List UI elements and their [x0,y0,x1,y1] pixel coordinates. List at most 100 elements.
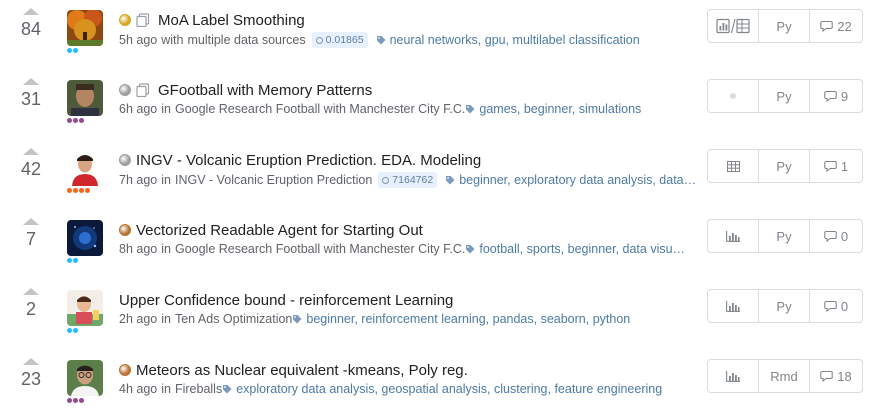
man-portrait-avatar[interactable] [67,80,103,116]
bar-chart-icon [726,300,740,312]
comments-button[interactable]: 0 [810,220,862,252]
tier-dot [73,398,78,403]
tags-text[interactable]: games, beginner, simulations [479,102,641,116]
kernel-source[interactable]: Fireballs [175,382,222,396]
author-tier-dots [67,48,78,54]
autumn-tree-avatar[interactable] [67,10,103,46]
upvote-widget[interactable]: 84 [12,8,50,40]
comment-icon [824,160,837,172]
tags-text[interactable]: neural networks, gpu, multilabel classif… [390,33,640,47]
kernel-source[interactable]: INGV - Volcanic Eruption Prediction [175,173,372,187]
tag-icon [376,36,386,45]
kernel-source[interactable]: Google Research Football with Manchester… [175,102,465,116]
output-button[interactable] [708,10,759,42]
comments-button[interactable]: 1 [810,150,862,182]
vote-count: 84 [20,19,42,39]
comment-icon [824,300,837,312]
dataset-dot-icon [315,36,323,44]
upvote-arrow-icon[interactable] [23,8,39,15]
comment-icon [824,90,837,102]
language-button[interactable]: Py [759,10,810,42]
medal-icon [119,364,131,376]
copy-icon [136,83,150,97]
tag-icon [466,245,475,254]
upvote-widget[interactable]: 31 [12,78,50,110]
language-button[interactable]: Py [759,290,810,322]
tag-icon [223,385,232,394]
kernel-source[interactable]: Google Research Football with Manchester… [175,242,465,256]
language-button[interactable]: Py [759,80,810,112]
copy-icon [136,13,150,27]
upvote-arrow-icon[interactable] [23,358,39,365]
upvote-arrow-icon[interactable] [23,288,39,295]
kernel-title[interactable]: MoA Label Smoothing [158,12,305,29]
kernel-title[interactable]: INGV - Volcanic Eruption Prediction. EDA… [136,152,481,169]
vote-count: 2 [25,299,36,319]
comment-count: 0 [840,298,849,314]
output-button[interactable] [708,360,759,392]
comments-button[interactable]: 0 [810,290,862,322]
kernel-source[interactable]: Ten Ads Optimization [175,312,292,326]
output-button[interactable] [708,80,759,112]
bar-chart-icon [726,370,740,382]
meta-connector: with [161,33,184,47]
comment-count: 9 [840,88,849,104]
output-button[interactable] [708,220,759,252]
child-portrait-avatar[interactable] [67,290,103,326]
kernel-tags[interactable]: football, sports, beginner, data visu… [465,242,685,256]
comments-button[interactable]: 9 [810,80,862,112]
kernel-meta: 6h ago in Google Research Football with … [119,102,708,116]
kernel-tags[interactable]: games, beginner, simulations [465,102,641,116]
tags-text[interactable]: beginner, reinforcement learning, pandas… [306,312,630,326]
kernel-time: 5h ago [119,33,158,47]
bar-chart-icon [726,230,740,242]
kernel-tags[interactable]: exploratory data analysis, geospatial an… [222,382,662,396]
man-glasses-avatar[interactable] [67,360,103,396]
output-button[interactable] [708,290,759,322]
kernel-title[interactable]: Upper Confidence bound - reinforcement L… [119,292,453,309]
comments-button[interactable]: 22 [810,10,862,42]
language-button[interactable]: Rmd [759,360,810,392]
meta-connector: in [161,102,171,116]
kernel-tags[interactable]: beginner, reinforcement learning, pandas… [292,312,630,326]
language-label: Rmd [770,368,798,384]
medal-icon [119,224,131,236]
kernel-actions: Py 0 [707,289,863,323]
tags-text[interactable]: football, sports, beginner, data visu… [479,242,685,256]
chart-table-icon [716,18,750,34]
blue-night-avatar[interactable] [67,220,103,256]
upvote-widget[interactable]: 23 [12,358,50,390]
title-line: GFootball with Memory Patterns [119,79,708,101]
author-tier-dots [67,258,78,264]
language-button[interactable]: Py [759,150,810,182]
kernel-title[interactable]: Vectorized Readable Agent for Starting O… [136,222,423,239]
upvote-widget[interactable]: 2 [12,288,50,320]
tier-dot [67,398,72,403]
comments-button[interactable]: 18 [810,360,862,392]
dataset-badge: 0.01865 [311,32,368,48]
kernel-title[interactable]: Meteors as Nuclear equivalent -kmeans, P… [136,362,468,379]
comment-count: 18 [837,368,852,384]
kernel-actions: Py 0 [707,219,863,253]
tags-text[interactable]: exploratory data analysis, geospatial an… [236,382,662,396]
upvote-arrow-icon[interactable] [23,218,39,225]
author-tier-dots [67,328,78,334]
upvote-arrow-icon[interactable] [23,148,39,155]
upvote-arrow-icon[interactable] [23,78,39,85]
tags-text[interactable]: beginner, exploratory data analysis, dat… [459,173,696,187]
dataset-badge: 7164762 [378,172,438,188]
tier-dot [67,328,72,333]
upvote-widget[interactable]: 7 [12,218,50,250]
upvote-widget[interactable]: 42 [12,148,50,180]
title-line: Upper Confidence bound - reinforcement L… [119,289,708,311]
kernel-row: 2 Upper Confidence bound - reinforcement… [0,280,880,350]
language-button[interactable]: Py [759,220,810,252]
kernel-actions: Py 22 [707,9,863,43]
output-button[interactable] [708,150,759,182]
kernel-title[interactable]: GFootball with Memory Patterns [158,82,372,99]
kernel-tags[interactable]: beginner, exploratory data analysis, dat… [445,173,696,187]
kernel-tags[interactable]: neural networks, gpu, multilabel classif… [376,33,640,47]
man-red-shirt-avatar[interactable] [67,150,103,186]
kernel-source[interactable]: multiple data sources [187,33,305,47]
author-tier-dots [67,398,84,404]
